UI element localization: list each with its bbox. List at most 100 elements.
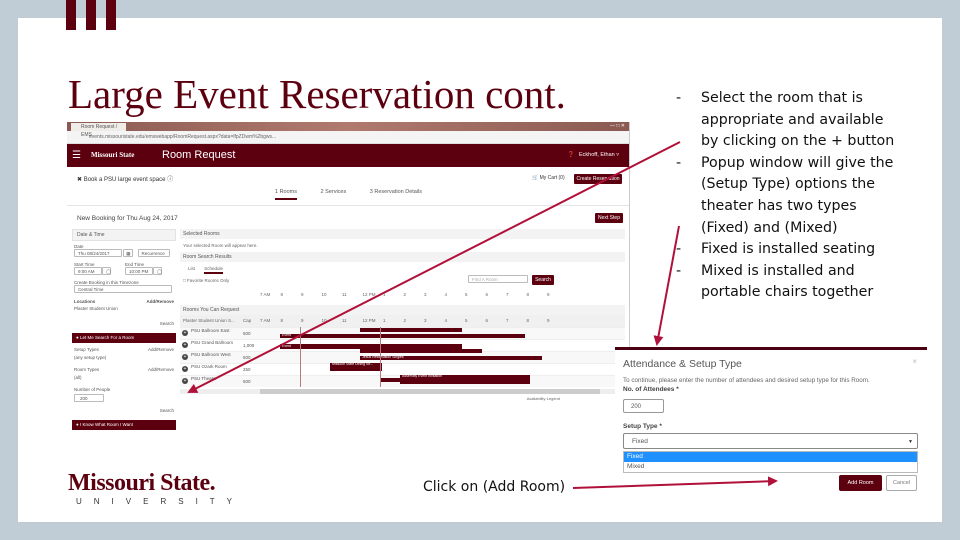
add-room-plus-icon[interactable]: + — [182, 366, 188, 372]
hamburger-menu-icon[interactable]: ☰ — [72, 150, 81, 161]
booking-title: ✖ Book a PSU large event space ⓘ — [77, 177, 174, 183]
rooms-you-can-request-header: Rooms You Can Request — [180, 305, 625, 315]
search-results-header: Room Search Results — [180, 252, 625, 262]
favorite-rooms-checkbox[interactable]: □ — [183, 278, 186, 283]
col-capacity[interactable]: Cap — [243, 318, 251, 323]
let-me-search-text: Let Me Search For a Room — [79, 335, 135, 340]
search-link-2[interactable]: Search — [74, 408, 174, 413]
reservation-bar[interactable] — [360, 349, 482, 353]
locations-label: Locations — [74, 299, 96, 304]
hour-label: 8 — [280, 292, 284, 297]
i-know-room-text: I Know What Room I Want — [79, 422, 133, 427]
hour-label: 3 — [424, 318, 427, 323]
horizontal-scrollbar[interactable] — [180, 389, 625, 394]
reservation-label: Missouri State Dining Se... — [332, 362, 374, 366]
room-capacity: 500 — [243, 379, 251, 384]
date-input[interactable]: Thu 08/24/2017 — [74, 249, 122, 257]
user-menu[interactable]: ❓ Eckhoff, Ethan ▿ — [568, 152, 619, 158]
setup-type-select[interactable]: Fixed ▼ — [623, 433, 918, 449]
attendees-input[interactable]: 200 — [623, 399, 664, 413]
browser-tab[interactable]: Room Request / EMS — [71, 123, 126, 138]
add-room-plus-icon[interactable]: + — [182, 330, 188, 336]
room-name: PSU Ballroom West — [191, 352, 231, 357]
selected-rooms-hint: Your selected Room will appear here. — [183, 243, 258, 248]
reservation-label: Event — [282, 344, 291, 348]
col-room[interactable]: Plaster Student Union S... — [183, 318, 235, 323]
find-room-input[interactable]: Find A Room — [468, 275, 528, 283]
close-icon[interactable]: × — [912, 357, 917, 366]
setup-add-remove-link[interactable]: Add/Remove — [148, 347, 174, 352]
room-name: PSU Grand Ballroom — [191, 340, 234, 345]
hour-header-top: 7 AM 8 9 10 11 12 PM 1 2 3 4 5 6 7 8 9 — [180, 289, 625, 301]
step-services[interactable]: 2 Services — [321, 189, 347, 195]
i-know-room-header[interactable]: ● I Know What Room I Want — [72, 420, 176, 430]
bullet: Popup window will give the (Setup Type) … — [673, 153, 903, 239]
end-time-input[interactable]: 10:00 PM — [125, 267, 153, 275]
reservation-label: Jesus Reformation Singles — [362, 355, 404, 359]
help-icon[interactable]: ❓ — [568, 152, 575, 158]
hour-label: 12 PM — [362, 318, 376, 323]
clock-icon[interactable]: ◯ — [153, 267, 162, 275]
logo-university: UNIVERSITY — [76, 497, 245, 506]
tab-list[interactable]: List — [188, 266, 195, 271]
reservation-bar[interactable]: Missouri State Dining Se... — [330, 362, 382, 371]
hour-label: 10 — [321, 318, 327, 323]
setup-type-value: Fixed — [632, 438, 648, 445]
add-room-caption: Click on (Add Room) — [423, 479, 566, 495]
my-cart-link[interactable]: 🛒 My Cart (0) — [532, 175, 565, 181]
instruction-bullets: Select the room that is appropriate and … — [673, 88, 903, 304]
search-sidebar: Date & Time Date Thu 08/24/2017 ▦ Recurr… — [72, 229, 176, 430]
hour-label: 12 PM — [362, 292, 376, 297]
reservation-bar[interactable]: Event — [280, 333, 525, 338]
window-controls[interactable]: — □ ✕ — [610, 123, 625, 129]
cancel-button[interactable]: Cancel — [886, 475, 917, 491]
step-reservation-details[interactable]: 3 Reservation Details — [370, 189, 422, 195]
hour-label: 8 — [526, 318, 530, 323]
date-time-header[interactable]: Date & Time — [72, 229, 176, 241]
clock-icon[interactable]: ◯ — [102, 267, 111, 275]
let-me-search-header[interactable]: ● Let Me Search For a Room — [72, 333, 176, 343]
bullet: Mixed is installed and portable chairs t… — [673, 261, 903, 304]
find-room-search-button[interactable]: Search — [532, 275, 554, 285]
favorite-rooms-label: Favorite Rooms Only — [186, 278, 230, 283]
reservation-bar[interactable]: Jesus Reformation Singles — [360, 355, 542, 360]
add-room-button[interactable]: Add Room — [839, 475, 882, 491]
calendar-icon[interactable]: ▦ — [123, 249, 134, 257]
app-title: Room Request — [162, 149, 236, 161]
hour-label: 7 — [506, 292, 509, 297]
attendance-setup-modal: Attendance & Setup Type × To continue, p… — [615, 347, 927, 497]
reservation-bar[interactable] — [360, 328, 462, 332]
room-types-add-remove-link[interactable]: Add/Remove — [148, 367, 174, 372]
setup-types-label: Setup Types — [74, 347, 99, 352]
recurrence-button[interactable]: Recurrence — [137, 249, 170, 257]
start-time-input[interactable]: 9:00 AM — [74, 267, 102, 275]
room-capacity: 1,000 — [243, 343, 255, 348]
hour-label: 8 — [526, 292, 530, 297]
hour-header-grid: Plaster Student Union S... Cap 7 AM 8 9 10 1… — [180, 315, 625, 327]
address-bar[interactable]: events.missouristate.edu/emswebapp/RoomR… — [67, 131, 629, 144]
create-reservation-button[interactable]: Create Reservation — [574, 174, 622, 184]
step-rooms[interactable]: 1 Rooms — [275, 189, 298, 200]
tab-schedule[interactable]: Schedule — [204, 266, 224, 274]
my-cart-text: My Cart (0) — [539, 175, 565, 181]
timezone-select[interactable]: Central Time — [74, 285, 172, 293]
app-header: ☰ Missouri State Room Request ❓ Eckhoff,… — [67, 144, 629, 167]
add-room-plus-icon[interactable]: + — [182, 354, 188, 360]
next-step-button[interactable]: Next Step — [595, 213, 623, 223]
chevron-down-icon[interactable]: ▼ — [908, 434, 913, 450]
locations-add-remove-link[interactable]: Add/Remove — [146, 299, 174, 304]
modal-top-border — [615, 347, 927, 350]
add-room-plus-icon[interactable]: + — [182, 378, 188, 384]
option-mixed[interactable]: Mixed — [624, 462, 917, 472]
search-link[interactable]: Search — [74, 321, 174, 326]
number-of-people-label: Number of People — [74, 387, 111, 392]
option-fixed[interactable]: Fixed — [624, 452, 917, 462]
reservation-bar[interactable]: Assembly Event Invitation — [400, 374, 530, 384]
add-room-plus-icon[interactable]: + — [182, 342, 188, 348]
availability-legend-link[interactable]: Availability Legend — [180, 396, 625, 401]
modal-description: To continue, please enter the number of … — [623, 377, 870, 384]
number-of-people-input[interactable]: 200 — [74, 394, 104, 402]
hour-label: 11 — [342, 318, 347, 323]
hour-label: 6 — [485, 292, 489, 297]
browser-tab-bar: Room Request / EMS — □ ✕ — [67, 122, 629, 138]
